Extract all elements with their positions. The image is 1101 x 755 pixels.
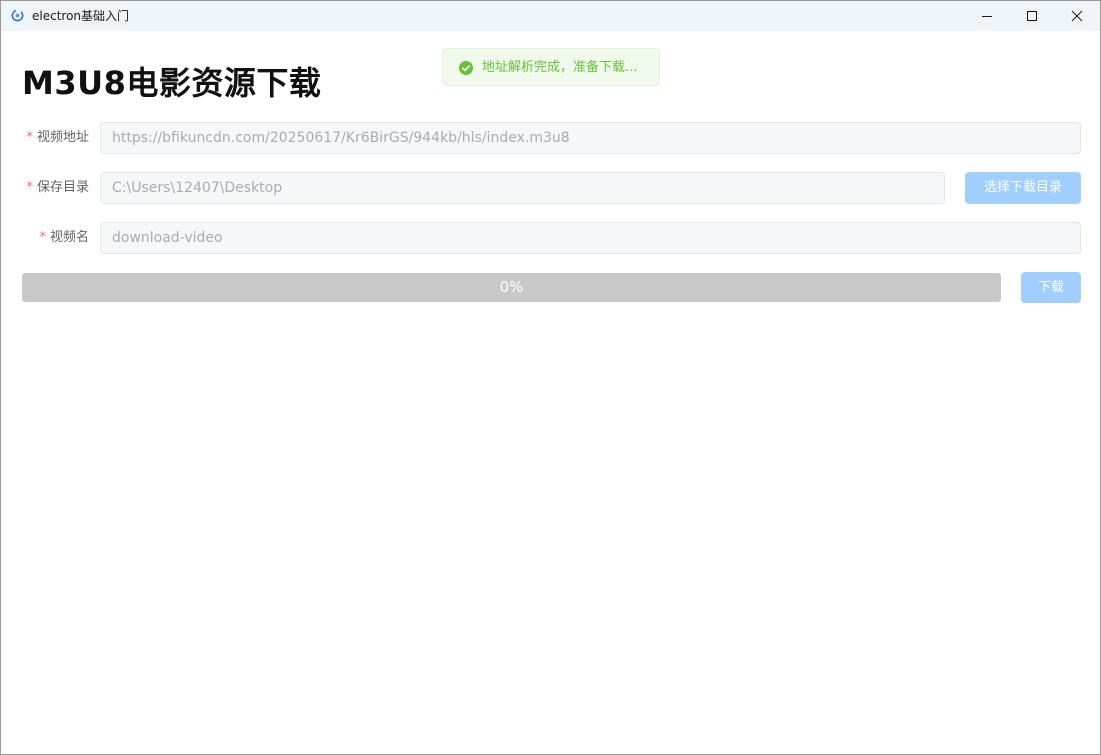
success-toast: 地址解析完成，准备下载... [442, 48, 660, 86]
title-bar[interactable]: electron基础入门 [1, 1, 1100, 31]
close-button[interactable] [1054, 1, 1100, 31]
video-url-input[interactable]: https://bfikuncdn.com/20250617/Kr6BirGS/… [100, 122, 1081, 154]
video-url-label-text: 视频地址 [36, 130, 89, 145]
download-button[interactable]: 下载 [1021, 272, 1081, 303]
save-dir-input[interactable]: C:\Users\12407\Desktop [100, 172, 945, 204]
download-progress-bar: 0% [22, 273, 1001, 302]
choose-dir-button[interactable]: 选择下载目录 [965, 172, 1081, 204]
save-dir-label-text: 保存目录 [36, 180, 89, 195]
minimize-icon [982, 16, 992, 17]
video-url-label: * 视频地址 [1, 122, 89, 154]
electron-app-icon [11, 9, 24, 22]
required-mark: * [26, 130, 33, 145]
check-circle-icon [459, 61, 473, 75]
page-title: M3U8电影资源下载 [22, 64, 322, 102]
save-dir-label: * 保存目录 [1, 172, 89, 204]
required-mark: * [39, 230, 46, 245]
video-name-label-text: 视频名 [49, 230, 89, 245]
window-title: electron基础入门 [32, 9, 130, 23]
maximize-button[interactable] [1009, 1, 1055, 31]
minimize-button[interactable] [964, 1, 1010, 31]
close-icon [1071, 10, 1083, 22]
maximize-icon [1027, 11, 1037, 21]
video-name-label: * 视频名 [1, 222, 89, 254]
progress-text: 0% [499, 278, 524, 296]
video-name-input[interactable]: download-video [100, 222, 1081, 254]
app-window: electron基础入门 M3U8电影资源下载 地址解析完成，准备下载... *… [0, 0, 1101, 755]
required-mark: * [26, 180, 33, 195]
toast-message: 地址解析完成，准备下载... [482, 60, 638, 75]
